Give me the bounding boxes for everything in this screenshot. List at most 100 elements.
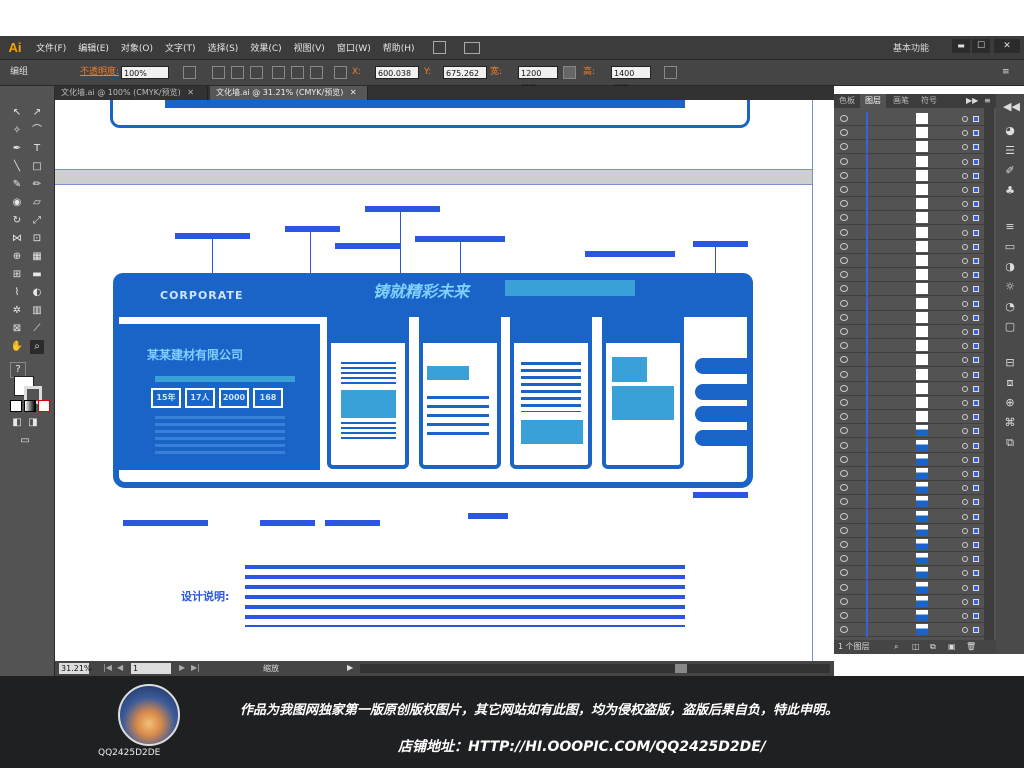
align-bottom-icon[interactable] bbox=[310, 66, 323, 79]
close-icon[interactable]: ✕ bbox=[187, 88, 194, 97]
magic-wand-tool-icon[interactable]: ✧ bbox=[10, 124, 24, 138]
collapse-panels-icon[interactable]: ◀◀ bbox=[1003, 100, 1020, 114]
draw-mode-icon[interactable]: ◧ bbox=[10, 416, 24, 430]
zoom-field[interactable]: 31.21% bbox=[59, 663, 92, 674]
layer-row[interactable] bbox=[836, 225, 984, 240]
new-layer-icon[interactable]: ▣ bbox=[948, 640, 956, 654]
visibility-eye-icon[interactable] bbox=[840, 597, 848, 605]
selection-indicator[interactable] bbox=[973, 215, 979, 222]
layer-row[interactable] bbox=[836, 523, 984, 538]
visibility-eye-icon[interactable] bbox=[840, 356, 848, 364]
selection-indicator[interactable] bbox=[973, 627, 979, 634]
selection-indicator[interactable] bbox=[973, 385, 979, 392]
visibility-eye-icon[interactable] bbox=[840, 512, 848, 520]
selection-indicator[interactable] bbox=[973, 471, 979, 477]
clipping-mask-icon[interactable]: ◫ bbox=[912, 640, 920, 654]
tab-document-31[interactable]: 文化墙.ai @ 31.21% (CMYK/预览) ✕ bbox=[210, 86, 368, 100]
visibility-eye-icon[interactable] bbox=[840, 569, 848, 577]
target-icon[interactable] bbox=[962, 542, 968, 548]
layer-row[interactable] bbox=[836, 467, 984, 481]
info-panel-icon[interactable]: ⧉ bbox=[1003, 436, 1017, 450]
visibility-eye-icon[interactable] bbox=[840, 328, 848, 335]
visibility-eye-icon[interactable] bbox=[840, 186, 848, 193]
layer-row[interactable] bbox=[836, 452, 984, 467]
gradient-panel-icon[interactable]: ▭ bbox=[1003, 240, 1017, 254]
visibility-eye-icon[interactable] bbox=[840, 626, 848, 634]
status-menu-icon[interactable]: ▶ bbox=[347, 663, 353, 672]
target-icon[interactable] bbox=[962, 229, 968, 236]
selection-indicator[interactable] bbox=[973, 400, 979, 406]
artboard-tool-icon[interactable]: ⊠ bbox=[10, 322, 24, 336]
target-icon[interactable] bbox=[962, 343, 968, 350]
selection-indicator[interactable] bbox=[973, 343, 979, 350]
maximize-button[interactable]: ☐ bbox=[972, 39, 990, 53]
x-field[interactable]: 600.038 bbox=[375, 66, 419, 79]
arrange-documents-icon[interactable] bbox=[463, 41, 480, 54]
selection-indicator[interactable] bbox=[973, 527, 979, 534]
selection-indicator[interactable] bbox=[973, 229, 979, 236]
line-tool-icon[interactable]: ╲ bbox=[10, 160, 24, 174]
target-icon[interactable] bbox=[962, 584, 968, 591]
selection-indicator[interactable] bbox=[973, 300, 979, 307]
target-icon[interactable] bbox=[962, 485, 968, 492]
menu-window[interactable]: 窗口(W) bbox=[331, 41, 377, 54]
opacity-field[interactable]: 100% bbox=[121, 66, 169, 79]
artboards-panel-icon[interactable]: ▢ bbox=[1003, 320, 1017, 334]
reference-point-icon[interactable] bbox=[334, 66, 347, 79]
panel-menu-icon[interactable]: ≡ bbox=[1002, 66, 1010, 79]
layer-row[interactable] bbox=[836, 310, 984, 325]
menu-help[interactable]: 帮助(H) bbox=[377, 41, 421, 54]
menu-view[interactable]: 视图(V) bbox=[288, 41, 331, 54]
visibility-eye-icon[interactable] bbox=[840, 612, 848, 619]
delete-layer-icon[interactable]: 🗑 bbox=[966, 640, 976, 654]
symbols-panel-icon[interactable]: ♣ bbox=[1003, 184, 1017, 198]
target-icon[interactable] bbox=[962, 215, 968, 222]
opacity-label[interactable]: 不透明度: bbox=[80, 66, 119, 79]
selection-indicator[interactable] bbox=[973, 570, 979, 577]
visibility-eye-icon[interactable] bbox=[840, 541, 848, 548]
visibility-eye-icon[interactable] bbox=[840, 498, 848, 506]
target-icon[interactable] bbox=[962, 172, 968, 179]
panel-collapse-icon[interactable]: ▶▶ bbox=[966, 96, 978, 105]
visibility-eye-icon[interactable] bbox=[840, 200, 848, 208]
selection-indicator[interactable] bbox=[973, 144, 979, 151]
align-top-icon[interactable] bbox=[272, 66, 285, 79]
layers-panel-icon[interactable]: ☰ bbox=[1003, 144, 1017, 158]
selection-indicator[interactable] bbox=[973, 456, 979, 463]
visibility-eye-icon[interactable] bbox=[840, 342, 848, 350]
target-icon[interactable] bbox=[962, 428, 968, 435]
selection-indicator[interactable] bbox=[973, 314, 979, 321]
type-tool-icon[interactable]: T bbox=[30, 142, 44, 156]
selection-indicator[interactable] bbox=[973, 329, 979, 335]
target-icon[interactable] bbox=[962, 158, 968, 165]
page-last-icon[interactable]: ▶| bbox=[191, 663, 200, 672]
menu-edit[interactable]: 编辑(E) bbox=[72, 41, 115, 54]
selection-indicator[interactable] bbox=[973, 258, 979, 264]
target-icon[interactable] bbox=[962, 371, 968, 378]
pencil-tool-icon[interactable]: ✏ bbox=[30, 178, 44, 192]
align-middle-icon[interactable] bbox=[291, 66, 304, 79]
visibility-eye-icon[interactable] bbox=[840, 470, 848, 477]
menu-object[interactable]: 对象(O) bbox=[115, 41, 159, 54]
visibility-eye-icon[interactable] bbox=[840, 143, 848, 151]
target-icon[interactable] bbox=[962, 201, 968, 208]
selection-indicator[interactable] bbox=[973, 556, 979, 563]
visibility-eye-icon[interactable] bbox=[840, 228, 848, 236]
new-sublayer-icon[interactable]: ⧉ bbox=[930, 640, 936, 654]
layer-row[interactable] bbox=[836, 410, 984, 425]
y-field[interactable]: 675.262 bbox=[443, 66, 487, 79]
rectangle-tool-icon[interactable]: □ bbox=[30, 160, 44, 174]
target-icon[interactable] bbox=[962, 499, 968, 506]
selection-tool-icon[interactable]: ↖ bbox=[10, 106, 24, 120]
layer-row[interactable] bbox=[836, 509, 984, 524]
visibility-eye-icon[interactable] bbox=[840, 413, 848, 421]
direct-selection-tool-icon[interactable]: ↗ bbox=[30, 106, 44, 120]
target-icon[interactable] bbox=[962, 527, 968, 534]
layer-row[interactable] bbox=[836, 296, 984, 311]
target-icon[interactable] bbox=[962, 286, 968, 293]
workspace-switcher[interactable]: 基本功能 bbox=[893, 41, 929, 54]
selection-indicator[interactable] bbox=[973, 542, 979, 548]
visibility-eye-icon[interactable] bbox=[840, 115, 848, 122]
draw-behind-icon[interactable]: ◨ bbox=[26, 416, 40, 430]
selection-indicator[interactable] bbox=[973, 201, 979, 208]
